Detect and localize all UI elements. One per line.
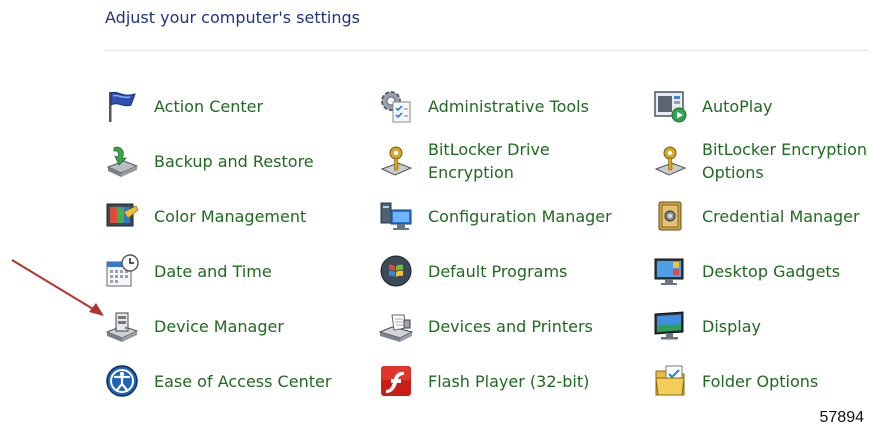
windows-orb-icon: [378, 253, 414, 289]
item-bitlocker-drive-encryption[interactable]: BitLocker Drive Encryption: [378, 134, 640, 188]
item-label: Date and Time: [154, 261, 272, 281]
item-label: Configuration Manager: [428, 206, 612, 226]
monitor-icon: [652, 308, 688, 344]
item-label: Display: [702, 316, 761, 336]
backup-icon: [104, 143, 140, 179]
item-label: Folder Options: [702, 371, 819, 391]
page-title: Adjust your computer's settings: [105, 8, 360, 27]
item-ease-of-access-center[interactable]: Ease of Access Center: [104, 354, 366, 408]
item-label: Backup and Restore: [154, 151, 314, 171]
admin-tools-icon: [378, 88, 414, 124]
credential-safe-icon: [652, 198, 688, 234]
item-flash-player[interactable]: Flash Player (32-bit): [378, 354, 640, 408]
item-default-programs[interactable]: Default Programs: [378, 244, 640, 298]
item-autoplay[interactable]: AutoPlay: [652, 79, 869, 133]
item-desktop-gadgets[interactable]: Desktop Gadgets: [652, 244, 869, 298]
item-display[interactable]: Display: [652, 299, 869, 353]
item-device-manager[interactable]: Device Manager: [104, 299, 366, 353]
item-label: Credential Manager: [702, 206, 860, 226]
callout-arrow: [11, 259, 104, 316]
color-management-icon: [104, 198, 140, 234]
item-label: Administrative Tools: [428, 96, 589, 116]
flag-icon: [104, 88, 140, 124]
item-configuration-manager[interactable]: Configuration Manager: [378, 189, 640, 243]
item-label: BitLocker Encryption Options: [702, 140, 868, 182]
desktop-gadgets-icon: [652, 253, 688, 289]
header-divider: [104, 50, 868, 51]
bitlocker-key-icon: [652, 143, 688, 179]
item-administrative-tools[interactable]: Administrative Tools: [378, 79, 640, 133]
item-label: Ease of Access Center: [154, 371, 332, 391]
item-folder-options[interactable]: Folder Options: [652, 354, 869, 408]
control-panel-grid: Action Center Administrative Tools AutoP…: [104, 79, 867, 409]
item-label: Device Manager: [154, 316, 284, 336]
configuration-manager-icon: [378, 198, 414, 234]
item-label: Flash Player (32-bit): [428, 371, 590, 391]
item-credential-manager[interactable]: Credential Manager: [652, 189, 869, 243]
item-label: Default Programs: [428, 261, 568, 281]
item-bitlocker-encryption-options[interactable]: BitLocker Encryption Options: [652, 134, 869, 188]
figure-number: 57894: [819, 409, 865, 426]
item-color-management[interactable]: Color Management: [104, 189, 366, 243]
item-devices-and-printers[interactable]: Devices and Printers: [378, 299, 640, 353]
printer-icon: [378, 308, 414, 344]
item-label: Desktop Gadgets: [702, 261, 841, 281]
autoplay-icon: [652, 88, 688, 124]
folder-icon: [652, 363, 688, 399]
flash-player-icon: [378, 363, 414, 399]
item-label: AutoPlay: [702, 96, 773, 116]
item-date-and-time[interactable]: Date and Time: [104, 244, 366, 298]
ease-of-access-icon: [104, 363, 140, 399]
bitlocker-key-icon: [378, 143, 414, 179]
item-label: BitLocker Drive Encryption: [428, 140, 550, 182]
item-label: Color Management: [154, 206, 307, 226]
item-action-center[interactable]: Action Center: [104, 79, 366, 133]
item-label: Devices and Printers: [428, 316, 593, 336]
item-backup-and-restore[interactable]: Backup and Restore: [104, 134, 366, 188]
item-label: Action Center: [154, 96, 264, 116]
